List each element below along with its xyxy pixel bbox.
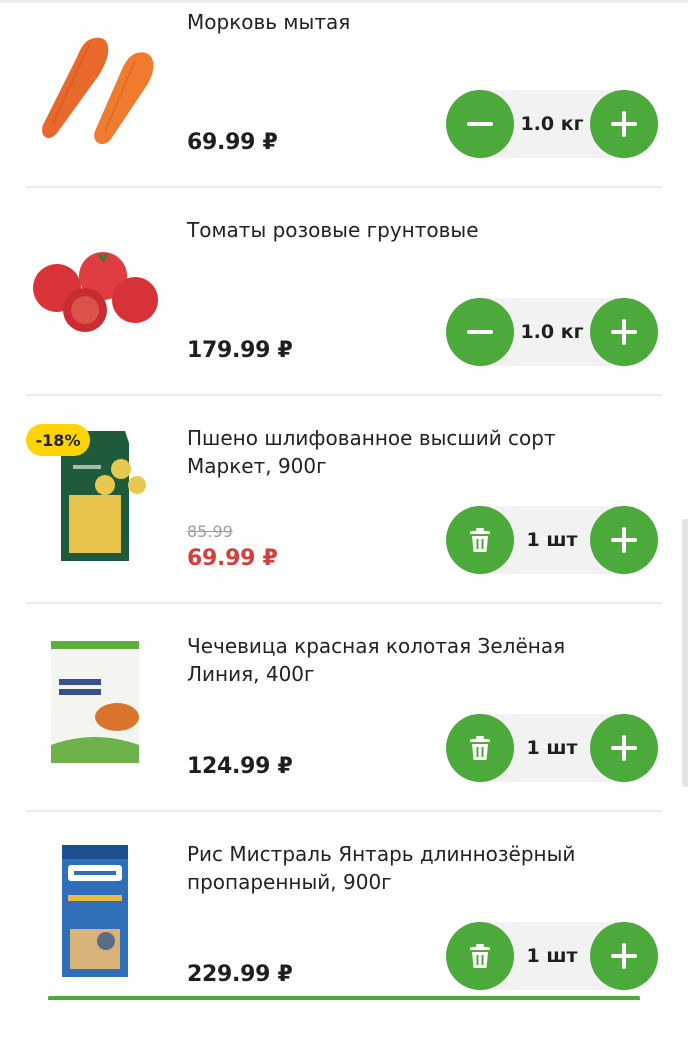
product-image-rice[interactable] xyxy=(24,836,164,986)
increase-button[interactable] xyxy=(590,90,658,158)
product-price: 69.99 ₽ xyxy=(187,130,278,155)
increase-button[interactable] xyxy=(590,714,658,782)
product-name[interactable]: Морковь мытая xyxy=(187,8,627,36)
quantity-stepper: 1 шт xyxy=(446,922,658,990)
cart-item: Рис Мистраль Янтарь длиннозёрный пропаре… xyxy=(0,832,688,1040)
bottom-checkout-bar-edge[interactable] xyxy=(48,996,640,1000)
plus-icon xyxy=(611,943,637,969)
product-name[interactable]: Рис Мистраль Янтарь длиннозёрный пропаре… xyxy=(187,840,627,896)
product-price: 69.99 ₽ xyxy=(187,546,278,571)
quantity-stepper: 1 шт xyxy=(446,714,658,782)
plus-icon xyxy=(611,111,637,137)
product-name[interactable]: Пшено шлифованное высший сорт Маркет, 90… xyxy=(187,424,627,480)
quantity-value: 1.0 кг xyxy=(520,321,584,343)
trash-icon xyxy=(470,528,490,552)
product-name[interactable]: Чечевица красная колотая Зелёная Линия, … xyxy=(187,632,627,688)
divider xyxy=(26,394,662,396)
minus-icon xyxy=(467,330,493,334)
quantity-value: 1 шт xyxy=(526,945,578,967)
increase-button[interactable] xyxy=(590,298,658,366)
remove-button[interactable] xyxy=(446,714,514,782)
cart-item: -18% Пшено шлифованное высший сорт Марке… xyxy=(0,416,688,624)
product-price: 179.99 ₽ xyxy=(187,338,293,363)
decrease-button[interactable] xyxy=(446,298,514,366)
product-price: 124.99 ₽ xyxy=(187,754,293,779)
quantity-value: 1 шт xyxy=(526,737,578,759)
plus-icon xyxy=(611,735,637,761)
quantity-stepper: 1.0 кг xyxy=(446,298,658,366)
minus-icon xyxy=(467,122,493,126)
scrollbar[interactable] xyxy=(682,519,688,787)
discount-badge: -18% xyxy=(26,424,90,456)
remove-button[interactable] xyxy=(446,922,514,990)
product-price: 229.99 ₽ xyxy=(187,962,293,987)
product-image-carrot[interactable] xyxy=(24,12,164,162)
divider xyxy=(26,602,662,604)
quantity-value: 1.0 кг xyxy=(520,113,584,135)
product-image-tomatoes[interactable] xyxy=(24,208,164,358)
increase-button[interactable] xyxy=(590,506,658,574)
product-name[interactable]: Томаты розовые грунтовые xyxy=(187,216,627,244)
quantity-stepper: 1 шт xyxy=(446,506,658,574)
quantity-value: 1 шт xyxy=(526,529,578,551)
cart-item: Томаты розовые грунтовые 179.99 ₽ 1.0 кг xyxy=(0,208,688,416)
old-price: 85.99 xyxy=(187,522,233,541)
divider xyxy=(26,186,662,188)
increase-button[interactable] xyxy=(590,922,658,990)
decrease-button[interactable] xyxy=(446,90,514,158)
trash-icon xyxy=(470,736,490,760)
cart-item: Чечевица красная колотая Зелёная Линия, … xyxy=(0,624,688,832)
cart-item: Морковь мытая 69.99 ₽ 1.0 кг xyxy=(0,0,688,208)
divider xyxy=(26,810,662,812)
plus-icon xyxy=(611,319,637,345)
quantity-stepper: 1.0 кг xyxy=(446,90,658,158)
remove-button[interactable] xyxy=(446,506,514,574)
plus-icon xyxy=(611,527,637,553)
trash-icon xyxy=(470,944,490,968)
product-image-lentils[interactable] xyxy=(24,628,164,778)
